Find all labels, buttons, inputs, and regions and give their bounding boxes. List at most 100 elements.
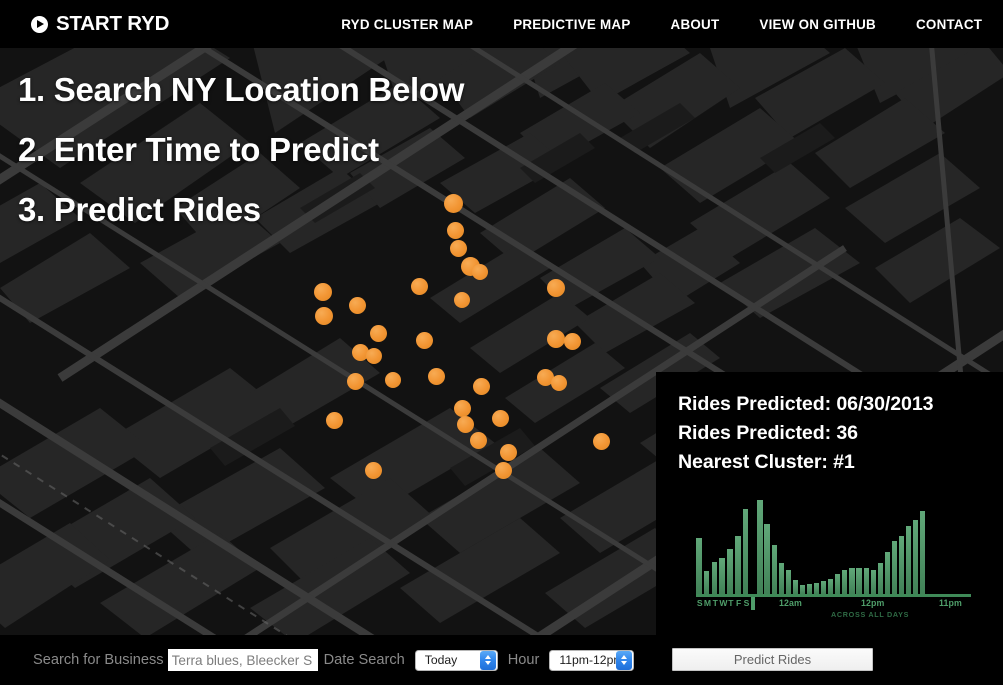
- map-marker[interactable]: [427, 367, 445, 385]
- play-circle-icon: [31, 15, 48, 33]
- map-marker[interactable]: [494, 461, 512, 479]
- chart-bar: [828, 578, 834, 594]
- chart-bar: [806, 583, 813, 594]
- hour-label: Hour: [507, 652, 540, 668]
- chart-bar: [785, 569, 791, 594]
- chart-bar: [913, 519, 919, 594]
- chart-bar: [742, 509, 749, 594]
- map-marker[interactable]: [563, 332, 581, 350]
- chart-bar: [799, 584, 806, 594]
- chart-bar: [884, 551, 890, 594]
- map-marker[interactable]: [456, 415, 474, 433]
- chart-bar: [727, 548, 733, 594]
- prediction-info-panel: Rides Predicted: 06/30/2013 Rides Predic…: [656, 372, 1003, 635]
- chart-bar: [842, 569, 848, 594]
- chart-bar: [778, 562, 784, 594]
- map-area[interactable]: 1. Search NY Location Below 2. Enter Tim…: [0, 48, 1003, 635]
- date-search-select[interactable]: Today: [414, 649, 498, 671]
- chart-bar: [734, 535, 741, 594]
- chart-separator: [751, 500, 755, 610]
- chart-day-label: T: [728, 598, 734, 608]
- map-marker[interactable]: [325, 411, 343, 429]
- chart-bars-day-of-week: [696, 500, 750, 594]
- map-marker[interactable]: [472, 377, 490, 395]
- map-marker[interactable]: [443, 193, 463, 213]
- nav-link-about[interactable]: ABOUT: [671, 17, 720, 32]
- nav-link-ryd-cluster-map[interactable]: RYD CLUSTER MAP: [341, 17, 473, 32]
- chart-label-11pm: 11pm: [939, 598, 962, 608]
- chart-plot-area: [696, 500, 971, 610]
- map-marker[interactable]: [314, 283, 332, 301]
- chart-label-12pm: 12pm: [861, 598, 885, 608]
- nav-links: RYD CLUSTER MAP PREDICTIVE MAP ABOUT VIE…: [341, 17, 982, 32]
- chart-axis-line: [696, 594, 971, 597]
- map-marker[interactable]: [469, 431, 487, 449]
- map-marker[interactable]: [499, 443, 517, 461]
- map-marker[interactable]: [491, 409, 509, 427]
- map-marker[interactable]: [453, 399, 471, 417]
- info-line-cluster: Nearest Cluster: #1: [678, 451, 855, 473]
- info-line-rides: Rides Predicted: 36: [678, 422, 858, 444]
- chart-bar: [920, 511, 926, 594]
- map-marker[interactable]: [592, 432, 610, 450]
- map-marker[interactable]: [348, 296, 366, 314]
- chart-bar: [771, 545, 777, 594]
- map-marker[interactable]: [449, 239, 467, 257]
- chart-label-12am: 12am: [779, 598, 802, 608]
- chart-day-label: W: [719, 598, 728, 608]
- chart-bar: [719, 558, 725, 594]
- map-marker[interactable]: [446, 221, 464, 239]
- chart-bar: [792, 579, 798, 594]
- business-label: Search for Business: [33, 652, 164, 668]
- map-marker[interactable]: [346, 372, 364, 390]
- hour-select[interactable]: 11pm-12pm: [549, 649, 635, 671]
- chart-subtitle: ACROSS ALL DAYS: [831, 610, 910, 619]
- chart-bar: [764, 524, 770, 594]
- chart-bar: [906, 526, 912, 594]
- nav-link-view-on-github[interactable]: VIEW ON GITHUB: [759, 17, 876, 32]
- chart-bar: [849, 567, 855, 594]
- business-search-input[interactable]: [167, 649, 318, 671]
- chart-day-label: S: [743, 598, 750, 608]
- chart-bar: [877, 562, 883, 594]
- search-form: Search for Business Date Search Today Ho…: [33, 649, 644, 671]
- chart-bars-hour-of-day: [757, 500, 927, 594]
- top-navbar: START RYD RYD CLUSTER MAP PREDICTIVE MAP…: [0, 0, 1003, 48]
- chart-bar: [757, 500, 763, 594]
- chart-bar: [856, 567, 862, 594]
- brand-logo[interactable]: START RYD: [31, 12, 169, 36]
- chart-bar: [703, 571, 710, 594]
- info-line-date: Rides Predicted: 06/30/2013: [678, 393, 934, 415]
- chart-bar: [891, 541, 898, 594]
- map-marker[interactable]: [454, 292, 470, 308]
- chart-day-label: M: [703, 598, 712, 608]
- map-marker[interactable]: [315, 307, 333, 325]
- map-marker[interactable]: [364, 461, 382, 479]
- map-marker[interactable]: [547, 330, 565, 348]
- map-marker[interactable]: [410, 277, 428, 295]
- map-marker[interactable]: [385, 372, 401, 388]
- chevron-updown-icon[interactable]: [616, 650, 633, 670]
- chart-day-label: F: [736, 598, 742, 608]
- chevron-updown-icon[interactable]: [479, 650, 496, 670]
- map-marker[interactable]: [472, 264, 488, 280]
- app-root: START RYD RYD CLUSTER MAP PREDICTIVE MAP…: [0, 0, 1003, 685]
- chart-bar: [863, 567, 869, 594]
- chart-bar: [813, 582, 820, 594]
- chart-day-label: T: [712, 598, 719, 608]
- map-marker[interactable]: [369, 324, 387, 342]
- predict-rides-button[interactable]: Predict Rides: [672, 648, 873, 671]
- chart-bar: [835, 574, 841, 594]
- map-marker[interactable]: [366, 348, 382, 364]
- map-marker[interactable]: [551, 375, 567, 391]
- chart-bar: [870, 569, 876, 594]
- nav-link-contact[interactable]: CONTACT: [916, 17, 982, 32]
- nav-link-predictive-map[interactable]: PREDICTIVE MAP: [513, 17, 630, 32]
- date-label: Date Search: [323, 652, 405, 668]
- map-marker[interactable]: [547, 279, 565, 297]
- map-marker[interactable]: [415, 331, 433, 349]
- chart-bar: [821, 580, 827, 594]
- hour-select-value: 11pm-12pm: [559, 652, 624, 667]
- chart-bar: [711, 562, 718, 594]
- date-search-value: Today: [424, 652, 458, 667]
